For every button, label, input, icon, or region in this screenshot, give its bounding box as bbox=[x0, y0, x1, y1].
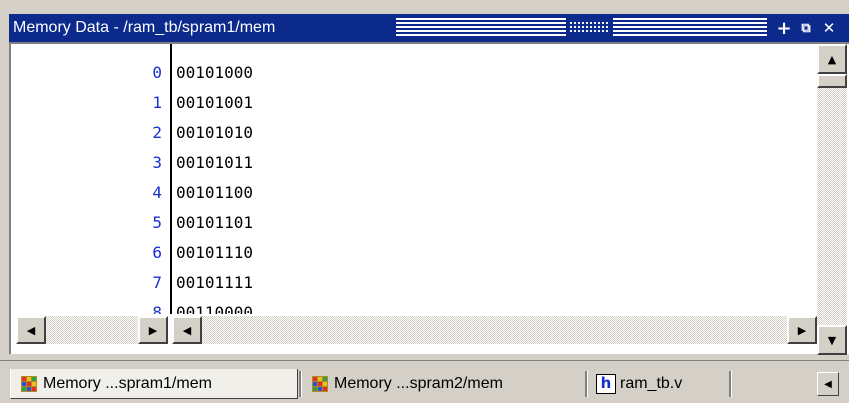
memory-icon bbox=[21, 375, 37, 392]
address-cell: 5 bbox=[152, 213, 162, 232]
address-horizontal-scrollbar[interactable]: ◀ ▶ bbox=[16, 316, 168, 344]
tab-divider bbox=[729, 371, 732, 397]
address-cell: 6 bbox=[152, 243, 162, 262]
address-cell: 0 bbox=[152, 63, 162, 82]
scroll-right-button[interactable]: ▶ bbox=[138, 316, 168, 344]
scrollbar-thumb[interactable] bbox=[817, 74, 847, 88]
tab-memory-spram1[interactable]: Memory ...spram1/mem bbox=[10, 369, 298, 399]
memory-icon bbox=[312, 376, 328, 392]
address-cell: 8 bbox=[152, 303, 162, 314]
data-horizontal-scrollbar[interactable]: ◀ ▶ bbox=[172, 316, 817, 344]
address-column: 0 1 2 3 4 5 6 7 8 bbox=[16, 44, 164, 314]
tab-label: ram_tb.v bbox=[620, 375, 683, 392]
drag-grip-left[interactable] bbox=[396, 18, 566, 36]
memory-value-cell[interactable]: 00101001 bbox=[176, 93, 253, 112]
add-icon[interactable]: + bbox=[776, 18, 792, 39]
scroll-right-button[interactable]: ▶ bbox=[787, 316, 817, 344]
scroll-left-button[interactable]: ◀ bbox=[172, 316, 202, 344]
scrollbar-track[interactable] bbox=[46, 316, 138, 344]
address-cell: 4 bbox=[152, 183, 162, 202]
close-icon[interactable]: ✕ bbox=[821, 19, 837, 37]
memory-data-window: Memory Data - /ram_tb/spram1/mem + ⧉ ✕ 0… bbox=[0, 0, 849, 403]
address-cell: 7 bbox=[152, 273, 162, 292]
tab-bar: Memory ...spram1/mem Memory ...spram2/me… bbox=[0, 360, 849, 403]
undock-icon[interactable]: ⧉ bbox=[798, 20, 814, 36]
column-divider[interactable] bbox=[170, 44, 172, 314]
memory-value-cell[interactable]: 00101101 bbox=[176, 213, 253, 232]
drag-grip-right[interactable] bbox=[613, 18, 767, 36]
memory-value-cell[interactable]: 00101100 bbox=[176, 183, 253, 202]
address-cell: 2 bbox=[152, 123, 162, 142]
tab-label: Memory ...spram1/mem bbox=[43, 374, 212, 392]
address-cell: 1 bbox=[152, 93, 162, 112]
memory-value-cell[interactable]: 00101110 bbox=[176, 243, 253, 262]
memory-value-cell[interactable]: 00110000 bbox=[176, 303, 253, 314]
data-column: 00101000 00101001 00101010 00101011 0010… bbox=[176, 44, 812, 314]
scroll-up-button[interactable]: ▲ bbox=[817, 44, 847, 74]
memory-value-cell[interactable]: 00101011 bbox=[176, 153, 253, 172]
drag-handle-dots[interactable] bbox=[569, 21, 609, 33]
scroll-left-button[interactable]: ◀ bbox=[16, 316, 46, 344]
tab-memory-spram2[interactable]: Memory ...spram2/mem bbox=[302, 369, 582, 399]
vertical-scrollbar[interactable]: ▲ ▼ bbox=[817, 44, 849, 356]
tab-ram-tb-v[interactable]: h ram_tb.v bbox=[588, 369, 728, 399]
window-title: Memory Data - /ram_tb/spram1/mem bbox=[13, 19, 276, 36]
memory-value-cell[interactable]: 00101000 bbox=[176, 63, 253, 82]
scrollbar-track[interactable] bbox=[817, 88, 847, 325]
memory-value-cell[interactable]: 00101111 bbox=[176, 273, 253, 292]
scrollbar-track[interactable] bbox=[202, 316, 787, 344]
tab-label: Memory ...spram2/mem bbox=[334, 375, 503, 392]
address-cell: 3 bbox=[152, 153, 162, 172]
title-bar[interactable]: Memory Data - /ram_tb/spram1/mem + ⧉ ✕ bbox=[9, 14, 849, 42]
verilog-file-icon: h bbox=[596, 374, 616, 394]
memory-value-cell[interactable]: 00101010 bbox=[176, 123, 253, 142]
scroll-down-button[interactable]: ▼ bbox=[817, 325, 847, 355]
tab-scroll-left-button[interactable]: ◀ bbox=[817, 372, 839, 396]
